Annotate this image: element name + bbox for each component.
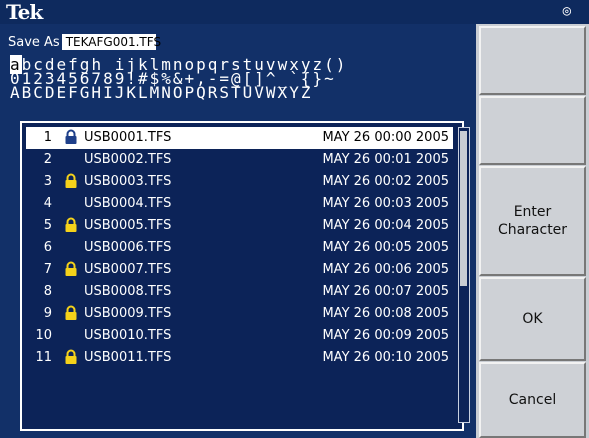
- file-number: 10: [35, 328, 52, 343]
- file-number: 6: [43, 240, 52, 255]
- file-name: USB0001.TFS: [84, 130, 172, 145]
- tek-logo: Tek: [6, 0, 43, 24]
- file-date: MAY 26 00:07 2005: [322, 284, 449, 299]
- file-row[interactable]: 5 USB0005.TFS MAY 26 00:04 2005: [26, 215, 453, 237]
- file-date: MAY 26 00:02 2005: [322, 174, 449, 189]
- file-row[interactable]: 7 USB0007.TFS MAY 26 00:06 2005: [26, 259, 453, 281]
- lock-icon: [64, 173, 78, 189]
- filename-input[interactable]: TEKAFG001.TFS: [61, 34, 161, 50]
- lock-icon: [64, 261, 78, 277]
- file-name: USB0010.TFS: [84, 328, 172, 343]
- file-row[interactable]: 11 USB0011.TFS MAY 26 00:10 2005: [26, 347, 453, 369]
- file-date: MAY 26 00:09 2005: [322, 328, 449, 343]
- file-row[interactable]: 2 USB0002.TFS MAY 26 00:01 2005: [26, 149, 453, 171]
- ok-button[interactable]: OK: [479, 277, 586, 361]
- file-date: MAY 26 00:03 2005: [322, 196, 449, 211]
- file-date: MAY 26 00:05 2005: [322, 240, 449, 255]
- file-number: 8: [43, 284, 52, 299]
- file-name: USB0003.TFS: [84, 174, 172, 189]
- scrollbar[interactable]: [458, 127, 470, 423]
- file-number: 3: [43, 174, 52, 189]
- file-number: 2: [43, 152, 52, 167]
- file-row[interactable]: 1 USB0001.TFS MAY 26 00:00 2005: [26, 127, 453, 149]
- file-list-panel: 1 USB0001.TFS MAY 26 00:00 2005 2 USB0002.TF…: [20, 121, 470, 431]
- file-date: MAY 26 00:10 2005: [322, 350, 449, 365]
- file-list: 1 USB0001.TFS MAY 26 00:00 2005 2 USB0002.TF…: [26, 127, 453, 369]
- file-date: MAY 26 00:01 2005: [322, 152, 449, 167]
- file-row[interactable]: 10 USB0010.TFS MAY 26 00:09 2005: [26, 325, 453, 347]
- lock-icon: [64, 305, 78, 321]
- file-name: USB0002.TFS: [84, 152, 172, 167]
- file-number: 11: [35, 350, 52, 365]
- character-picker[interactable]: abcdefgh ijklmnopqrstuvwxyz() 0123456789…: [10, 55, 470, 102]
- softkey-blank-2[interactable]: [479, 96, 586, 165]
- save-as-row: Save As TEKAFG001.TFS: [8, 34, 161, 50]
- title-bar: Tek ◎: [0, 0, 589, 24]
- file-row[interactable]: 3 USB0003.TFS MAY 26 00:02 2005: [26, 171, 453, 193]
- file-name: USB0006.TFS: [84, 240, 172, 255]
- file-date: MAY 26 00:04 2005: [322, 218, 449, 233]
- file-number: 5: [43, 218, 52, 233]
- charset-line-3[interactable]: ABCDEFGHIJKLMNOPQRSTUVWXYZ: [10, 83, 312, 102]
- file-name: USB0009.TFS: [84, 306, 172, 321]
- softkey-blank-1[interactable]: [479, 26, 586, 95]
- file-number: 4: [43, 196, 52, 211]
- file-name: USB0011.TFS: [84, 350, 172, 365]
- file-name: USB0007.TFS: [84, 262, 172, 277]
- save-as-label: Save As: [8, 34, 60, 50]
- file-row[interactable]: 4 USB0004.TFS MAY 26 00:03 2005: [26, 193, 453, 215]
- file-number: 1: [43, 130, 52, 145]
- file-name: USB0004.TFS: [84, 196, 172, 211]
- file-date: MAY 26 00:00 2005: [322, 130, 449, 145]
- status-icon: ◎: [562, 3, 571, 19]
- save-dialog: Save As TEKAFG001.TFS abcdefgh ijklmnopq…: [0, 24, 476, 438]
- lock-icon: [64, 129, 78, 145]
- instrument-screen: Tek ◎ Save As TEKAFG001.TFS abcdefgh ijk…: [0, 0, 589, 438]
- enter-character-button[interactable]: Enter Character: [479, 166, 586, 276]
- file-row[interactable]: 9 USB0009.TFS MAY 26 00:08 2005: [26, 303, 453, 325]
- file-date: MAY 26 00:08 2005: [322, 306, 449, 321]
- file-row[interactable]: 8 USB0008.TFS MAY 26 00:07 2005: [26, 281, 453, 303]
- file-name: USB0005.TFS: [84, 218, 172, 233]
- lock-icon: [64, 217, 78, 233]
- softkey-panel: Enter Character OK Cancel: [476, 24, 589, 438]
- cancel-button[interactable]: Cancel: [479, 362, 586, 438]
- file-row[interactable]: 6 USB0006.TFS MAY 26 00:05 2005: [26, 237, 453, 259]
- file-name: USB0008.TFS: [84, 284, 172, 299]
- file-number: 7: [43, 262, 52, 277]
- lock-icon: [64, 349, 78, 365]
- file-number: 9: [43, 306, 52, 321]
- file-date: MAY 26 00:06 2005: [322, 262, 449, 277]
- scrollbar-thumb[interactable]: [460, 131, 467, 286]
